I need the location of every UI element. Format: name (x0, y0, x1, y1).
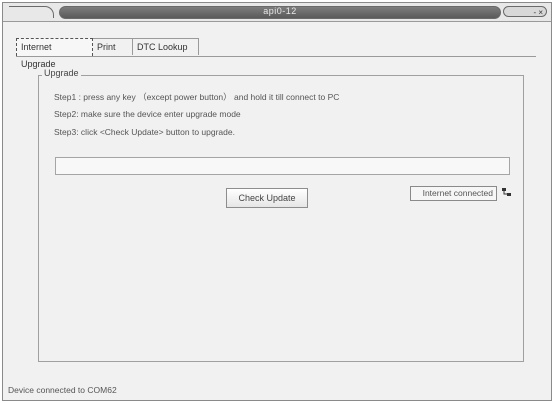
window-title: api0-12 (263, 6, 297, 16)
upgrade-group-label: Upgrade (42, 68, 81, 78)
tab-internet-upgrade[interactable]: Internet Upgrade (16, 38, 93, 69)
step-2-text: Step2: make sure the device enter upgrad… (54, 109, 241, 119)
title-bar[interactable]: api0-12 - × (3, 3, 551, 22)
window-controls[interactable]: - × (503, 6, 547, 17)
internet-status-field: Internet connected (410, 186, 497, 201)
tab-dtc-lookup[interactable]: DTC Lookup (133, 38, 199, 55)
check-update-button[interactable]: Check Update (226, 188, 308, 208)
step-1-text: Step1 : press any key （except power butt… (54, 92, 340, 102)
step-3-text: Step3: click <Check Update> button to up… (54, 127, 235, 137)
title-pill: api0-12 (59, 6, 501, 19)
title-bar-left-decoration (9, 6, 54, 18)
tab-print[interactable]: Print (93, 38, 133, 55)
status-bar-text: Device connected to COM62 (8, 385, 117, 395)
network-icon (502, 188, 511, 196)
upgrade-progress-bar (55, 157, 510, 175)
